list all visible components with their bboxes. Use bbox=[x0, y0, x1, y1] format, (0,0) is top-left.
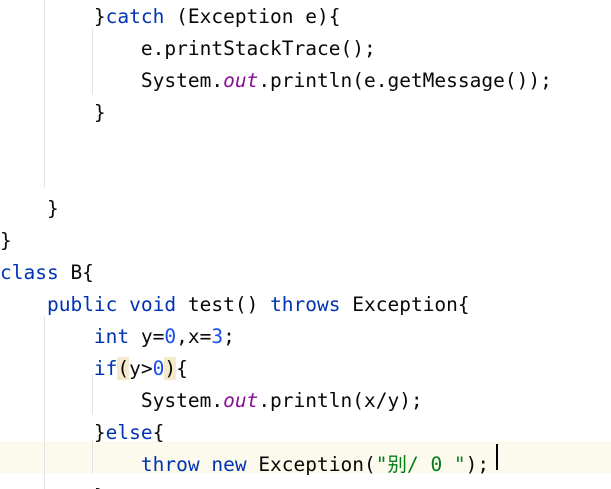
code-line[interactable]: }else{ bbox=[0, 417, 164, 449]
code-token: ( bbox=[117, 357, 130, 380]
code-line[interactable]: class B{ bbox=[0, 257, 94, 289]
code-line[interactable]: e.printStackTrace(); bbox=[0, 33, 376, 65]
code-token: { bbox=[152, 421, 165, 444]
code-token: (Exception e){ bbox=[164, 5, 341, 28]
code-token: public bbox=[46, 293, 118, 316]
code-token: ) bbox=[164, 357, 177, 380]
code-token: } bbox=[93, 421, 106, 444]
code-token: y> bbox=[129, 357, 153, 380]
code-token: if bbox=[93, 357, 118, 380]
code-token: { bbox=[176, 357, 188, 380]
code-token: } bbox=[93, 101, 106, 124]
code-token: ; bbox=[223, 325, 235, 348]
code-token: else bbox=[105, 421, 153, 444]
code-token: test() bbox=[176, 293, 271, 316]
code-line[interactable]: System.out.println(x/y); bbox=[0, 385, 423, 417]
code-token: 0 bbox=[164, 325, 177, 348]
code-token: throw bbox=[140, 453, 200, 476]
code-token: class bbox=[0, 261, 59, 284]
code-token: 3 bbox=[211, 325, 224, 348]
code-token: .println(e.getMessage()); bbox=[258, 69, 552, 92]
code-token: void bbox=[129, 293, 177, 316]
code-token: 0 bbox=[152, 357, 165, 380]
code-token: out bbox=[223, 389, 259, 412]
code-token: System. bbox=[140, 69, 224, 92]
code-token: e.printStackTrace(); bbox=[140, 37, 376, 60]
code-token: ); bbox=[465, 453, 490, 476]
code-line[interactable]: throw new Exception("别/ 0 "); bbox=[0, 449, 489, 481]
code-editor[interactable]: }catch (Exception e){ e.printStackTrace(… bbox=[0, 0, 611, 489]
code-line[interactable]: public void test() throws Exception{ bbox=[0, 289, 470, 321]
code-line[interactable]: } bbox=[0, 193, 59, 225]
code-token: catch bbox=[105, 5, 165, 28]
code-line[interactable]: if(y>0){ bbox=[0, 353, 188, 385]
code-token: .println(x/y); bbox=[258, 389, 423, 412]
code-token: } bbox=[46, 197, 59, 220]
code-token: Exception( bbox=[246, 453, 376, 476]
code-line[interactable]: }catch (Exception e){ bbox=[0, 1, 341, 33]
code-line[interactable]: int y=0,x=3; bbox=[0, 321, 235, 353]
code-token: new bbox=[211, 453, 247, 476]
code-token: } bbox=[0, 229, 12, 252]
code-token: int bbox=[93, 325, 130, 348]
code-token: B{ bbox=[58, 261, 94, 284]
code-line[interactable]: } bbox=[0, 97, 106, 129]
code-token: y= bbox=[129, 325, 165, 348]
text-caret bbox=[496, 444, 498, 470]
code-line[interactable]: } bbox=[0, 481, 106, 489]
code-token: } bbox=[94, 485, 106, 489]
code-line[interactable]: System.out.println(e.getMessage()); bbox=[0, 65, 552, 97]
code-token: out bbox=[223, 69, 259, 92]
code-token: ,x= bbox=[176, 325, 212, 348]
code-token: "别/ 0 " bbox=[375, 453, 466, 476]
code-token: Exception{ bbox=[340, 293, 470, 316]
code-token: throws bbox=[270, 293, 341, 316]
code-token: System. bbox=[140, 389, 224, 412]
code-line[interactable]: } bbox=[0, 225, 12, 257]
code-token: } bbox=[93, 5, 106, 28]
